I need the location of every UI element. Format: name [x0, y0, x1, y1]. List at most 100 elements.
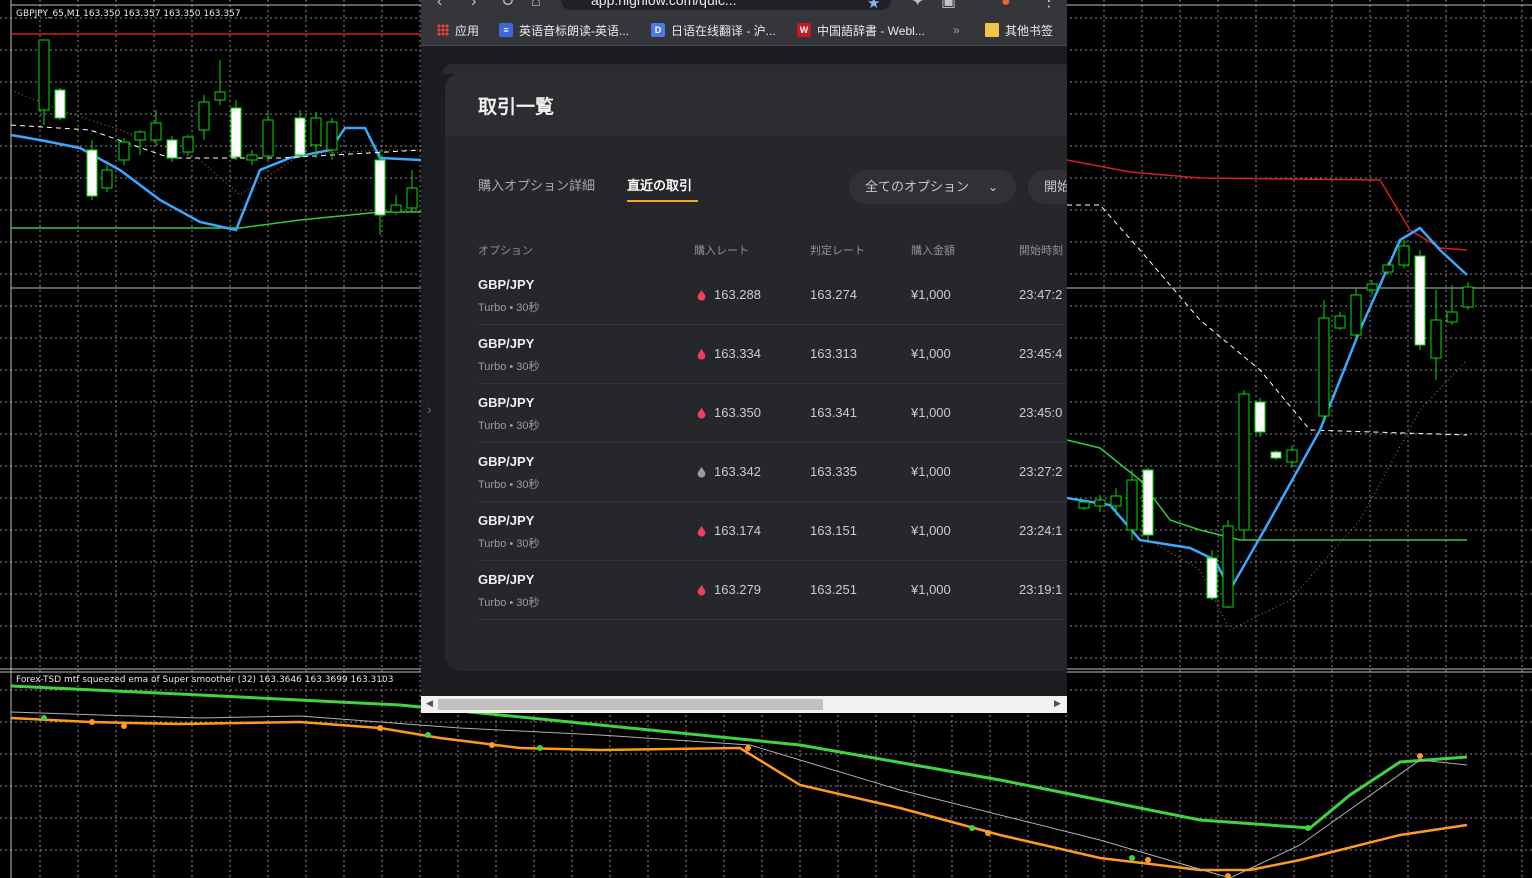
dotted-trend-left — [10, 89, 421, 196]
home-icon[interactable]: ⌂ — [531, 0, 541, 10]
browser-toolbar: ‹ › ↻ ⌂ app.highlow.com/quic... ★ ✦ ▣ ● … — [421, 0, 1067, 15]
row-start-time: 23:47:2 — [1019, 287, 1063, 302]
collapse-arrow-icon[interactable]: › — [427, 401, 432, 417]
row-judge-rate: 163.313 — [810, 346, 857, 361]
start-filter-dropdown[interactable]: 開始 — [1028, 170, 1067, 204]
bookmark-chinese-dictionary[interactable]: W 中国語辞書 - Webl... — [797, 22, 925, 38]
address-bar[interactable]: app.highlow.com/quic... — [561, 0, 891, 10]
candle-body — [166, 139, 178, 159]
horizontal-scrollbar[interactable]: ◀ ▶ — [421, 696, 1067, 713]
candle-body — [118, 141, 130, 161]
row-start-time: 23:24:1 — [1019, 523, 1063, 538]
scroll-right-icon[interactable]: ▶ — [1054, 698, 1061, 709]
row-amount: ¥1,000 — [911, 523, 951, 538]
row-buy-rate: 163.334 — [714, 346, 761, 361]
window-icon[interactable]: ▣ — [941, 0, 956, 10]
bookmark-english-phonetics[interactable]: ≡ 英语音标朗读-英语... — [499, 22, 629, 38]
signal-gray-line — [10, 711, 1468, 878]
table-row[interactable]: GBP/JPY Turbo • 30秒 163.342 163.335 ¥1,000 23… — [478, 442, 1067, 502]
candle-body — [86, 149, 98, 197]
d-icon: D — [651, 23, 665, 37]
row-start-time: 23:45:0 — [1019, 405, 1063, 420]
row-pair: GBP/JPY — [478, 277, 535, 292]
row-option-type: Turbo • 30秒 — [478, 479, 540, 491]
row-option-type: Turbo • 30秒 — [478, 538, 540, 550]
bookmark-label: 其他书签 — [1005, 23, 1054, 38]
indicator-dot — [985, 830, 991, 836]
table-row[interactable]: GBP/JPY Turbo • 30秒 163.279 163.251 ¥1,000 23… — [478, 560, 1067, 620]
candle-body — [1254, 401, 1266, 433]
candle-body — [406, 187, 418, 209]
candle-body — [374, 159, 386, 216]
table-row[interactable]: GBP/JPY Turbo • 30秒 163.288 163.274 ¥1,000 23… — [478, 265, 1067, 325]
bookmark-star-icon[interactable]: ★ — [867, 0, 880, 12]
indicator-dot — [121, 723, 127, 729]
col-header-option: オプション — [478, 245, 533, 257]
candle-body — [38, 39, 50, 111]
tab-recent-trades[interactable]: 直近の取引 — [627, 175, 692, 194]
indicator-dot — [377, 725, 383, 731]
forward-icon[interactable]: › — [471, 0, 476, 10]
row-amount: ¥1,000 — [911, 464, 951, 479]
indicator-dot — [425, 732, 431, 738]
candle-body — [1366, 283, 1378, 291]
menu-kebab-icon[interactable]: ⋮ — [1041, 0, 1057, 10]
indicator-dot — [1417, 753, 1423, 759]
tab-purchase-details[interactable]: 購入オプション詳細 — [478, 175, 595, 194]
status-drop-icon — [697, 467, 706, 478]
candle-body — [1414, 255, 1426, 346]
row-pair: GBP/JPY — [478, 336, 535, 351]
table-row[interactable]: GBP/JPY Turbo • 30秒 163.174 163.151 ¥1,000 23… — [478, 501, 1067, 561]
bookmarks-bar: 应用 ≡ 英语音标朗读-英语... D 日语在线翻译 - 沪... W 中国語辞… — [421, 15, 1067, 46]
reload-icon[interactable]: ↻ — [501, 0, 514, 10]
bookmark-label: 英语音标朗读-英语... — [519, 23, 629, 38]
row-buy-rate: 163.288 — [714, 287, 761, 302]
extension-icon[interactable]: ✦ — [911, 0, 924, 10]
candle-body — [1270, 451, 1282, 459]
filter-label: 全てのオプション — [865, 179, 970, 194]
row-judge-rate: 163.274 — [810, 287, 857, 302]
status-drop-icon — [697, 526, 706, 537]
candle-body — [1398, 245, 1410, 266]
candle-body — [246, 154, 258, 161]
chevron-down-icon: ⌄ — [987, 180, 998, 194]
row-pair: GBP/JPY — [478, 395, 535, 410]
col-header-start-time: 開始時刻 — [1019, 245, 1063, 257]
modal-title: 取引一覧 — [478, 97, 555, 118]
candle-body — [101, 169, 113, 189]
row-judge-rate: 163.341 — [810, 405, 857, 420]
active-tab-indicator — [627, 200, 698, 202]
filter2-label: 開始 — [1044, 179, 1067, 194]
col-header-judge-rate: 判定レート — [810, 245, 865, 257]
table-row[interactable]: GBP/JPY Turbo • 30秒 163.334 163.313 ¥1,000 23… — [478, 324, 1067, 384]
row-pair: GBP/JPY — [478, 454, 535, 469]
dashed-line-right — [1067, 204, 1468, 436]
candle-body — [1350, 294, 1362, 336]
profile-avatar-icon[interactable]: ● — [1001, 0, 1011, 10]
bookmark-label: 中国語辞書 - Webl... — [817, 23, 925, 38]
bookmark-overflow[interactable]: » — [953, 22, 960, 38]
candle-body — [1142, 469, 1154, 536]
bookmark-other-folder[interactable]: 其他书签 — [985, 22, 1053, 38]
back-icon[interactable]: ‹ — [437, 0, 442, 10]
bookmark-apps[interactable]: 应用 — [437, 22, 479, 38]
candle-body — [1110, 495, 1122, 507]
browser-window: ‹ › ↻ ⌂ app.highlow.com/quic... ★ ✦ ▣ ● … — [421, 0, 1067, 713]
indicator-dot — [1129, 855, 1135, 861]
indicator-dot — [745, 745, 751, 751]
table-row[interactable]: GBP/JPY Turbo • 30秒 163.350 163.341 ¥1,000 23… — [478, 383, 1067, 443]
scroll-left-icon[interactable]: ◀ — [426, 698, 433, 709]
indicator-dot — [1225, 873, 1231, 878]
scrollbar-thumb[interactable] — [438, 699, 823, 710]
row-option-type: Turbo • 30秒 — [478, 420, 540, 432]
apps-grid-icon — [437, 24, 449, 36]
candle-body — [1126, 479, 1138, 531]
option-filter-dropdown[interactable]: 全てのオプション ⌄ — [849, 170, 1016, 204]
candle-body — [230, 107, 242, 158]
smoother-orange-line — [10, 716, 1468, 872]
row-amount: ¥1,000 — [911, 287, 951, 302]
bookmark-japanese-translate[interactable]: D 日语在线翻译 - 沪... — [651, 22, 776, 38]
status-drop-icon — [697, 408, 706, 419]
indicator-dot — [1305, 825, 1311, 831]
candle-body — [1078, 501, 1090, 509]
